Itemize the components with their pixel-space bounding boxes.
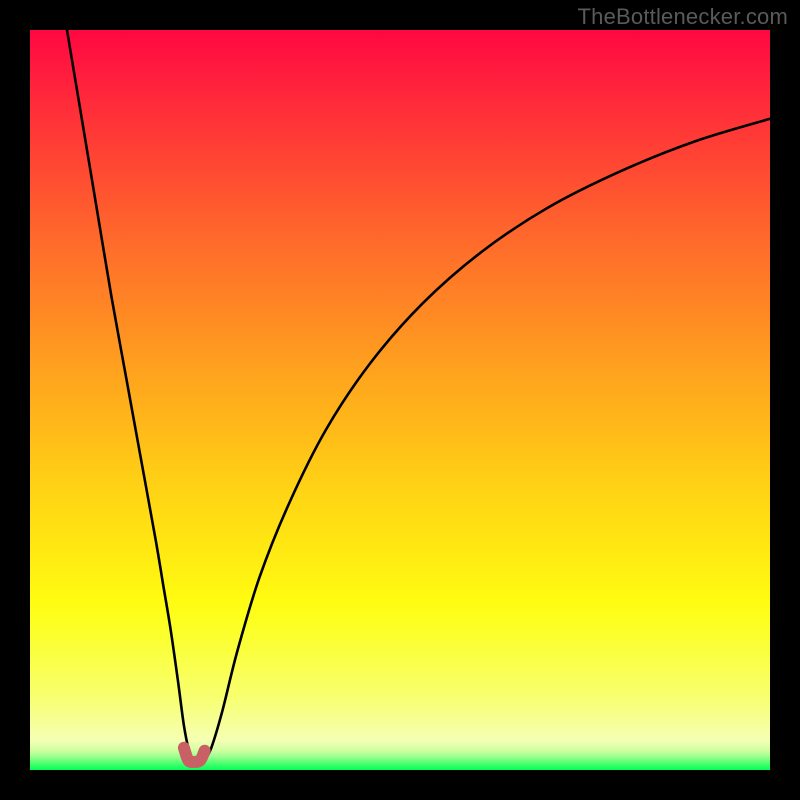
bottleneck-curve bbox=[30, 30, 770, 770]
chart-frame: TheBottlenecker.com bbox=[0, 0, 800, 800]
curve-left-branch bbox=[67, 30, 193, 761]
curve-right-branch bbox=[204, 119, 770, 761]
watermark-text: TheBottlenecker.com bbox=[578, 4, 788, 30]
plot-area bbox=[30, 30, 770, 770]
valley-highlight bbox=[184, 748, 205, 762]
